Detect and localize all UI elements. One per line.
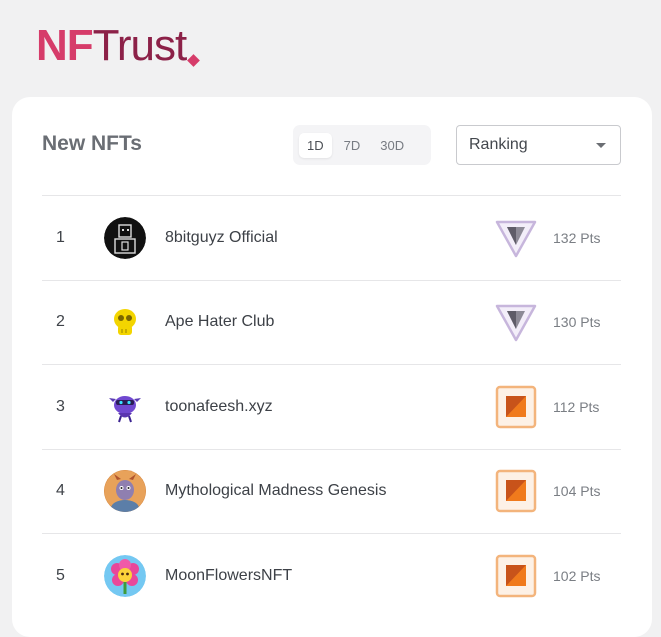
period-7d[interactable]: 7D	[336, 133, 369, 158]
logo-text-trust: Trust	[92, 21, 188, 70]
sort-dropdown[interactable]: Ranking	[456, 125, 621, 165]
list-item[interactable]: 1 8bitguyz Official 132 Pts	[42, 195, 621, 280]
points-value: 112 Pts	[553, 398, 600, 415]
period-30d[interactable]: 30D	[372, 133, 412, 158]
points-value: 132 Pts	[553, 229, 601, 246]
card-title: New NFTs	[42, 132, 142, 155]
collection-name[interactable]: toonafeesh.xyz	[165, 398, 273, 416]
sort-dropdown-value: Ranking	[469, 136, 528, 153]
list-item[interactable]: 5 MoonFlowersNFT 102 Pts	[42, 533, 621, 618]
collection-name[interactable]: Ape Hater Club	[165, 313, 274, 331]
collection-name[interactable]: Mythological Madness Genesis	[165, 482, 386, 500]
bronze-tier-badge-icon	[495, 470, 537, 513]
bitguy-avatar-icon	[104, 216, 146, 259]
rank-number: 2	[56, 313, 65, 331]
brand-logo[interactable]: NF Trust	[36, 21, 201, 70]
logo-diamond-icon	[187, 54, 201, 67]
purple-creature-avatar-icon	[104, 385, 146, 428]
yellow-skull-avatar-icon	[104, 301, 146, 344]
bronze-tier-badge-icon	[495, 554, 537, 597]
period-1d[interactable]: 1D	[299, 132, 332, 158]
points-value: 104 Pts	[553, 483, 601, 500]
points-value: 130 Pts	[553, 314, 601, 331]
list-item[interactable]: 3 toonafeesh.xyz 112 Pts	[42, 364, 621, 449]
collection-name[interactable]: 8bitguyz Official	[165, 229, 278, 247]
new-nfts-card: New NFTs 1D 7D 30D Ranking 1 8bitguyz Of…	[12, 97, 652, 637]
avatar	[104, 216, 146, 259]
chevron-down-icon	[596, 142, 606, 148]
avatar	[104, 385, 146, 428]
rank-number: 5	[56, 566, 65, 584]
rank-number: 1	[56, 228, 65, 246]
silver-tier-badge-icon	[495, 220, 537, 257]
period-toggle: 1D 7D 30D	[293, 125, 431, 165]
list-item[interactable]: 2 Ape Hater Club 130 Pts	[42, 279, 621, 365]
list-item[interactable]: 4 Mythological Madness Genesis 104 Pts	[42, 448, 621, 534]
nft-list: 1 8bitguyz Official 132 Pts 2 Ape Hater …	[42, 195, 621, 618]
avatar	[104, 554, 146, 597]
avatar	[104, 470, 146, 513]
rank-number: 4	[56, 482, 65, 500]
collection-name[interactable]: MoonFlowersNFT	[165, 567, 292, 585]
logo-text-nf: NF	[36, 21, 94, 70]
avatar	[104, 301, 146, 344]
silver-tier-badge-icon	[495, 305, 537, 342]
moon-flower-avatar-icon	[104, 554, 146, 597]
points-value: 102 Pts	[553, 567, 601, 584]
rank-number: 3	[56, 397, 65, 415]
mythological-creature-avatar-icon	[104, 470, 146, 513]
bronze-tier-badge-icon	[495, 385, 537, 428]
